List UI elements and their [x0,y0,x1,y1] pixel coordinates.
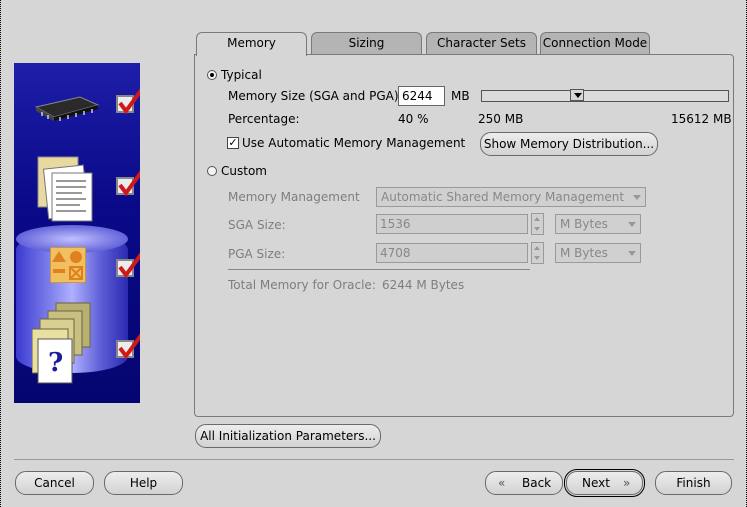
memory-management-value: Automatic Shared Memory Management [381,190,625,204]
checkmark-icon [118,170,140,197]
back-button-label: Back [522,476,552,490]
chevron-down-icon [628,251,636,256]
all-initialization-parameters-button[interactable]: All Initialization Parameters... [195,424,381,448]
back-button[interactable]: « Back [485,471,563,495]
memory-size-input[interactable]: 6244 [398,86,445,106]
pga-size-input[interactable]: 4708 [376,243,528,263]
percentage-value: 40 % [398,112,429,126]
slider-min-label: 250 MB [478,112,524,126]
tab-connection-mode[interactable]: Connection Mode [540,32,650,54]
checkmark-icon [118,88,140,115]
footer-divider [14,459,734,460]
memory-slider-thumb[interactable] [570,89,584,101]
sga-unit-value: M Bytes [560,217,608,231]
custom-divider [228,269,530,270]
tab-character-sets[interactable]: Character Sets [426,32,537,54]
memory-management-label: Memory Management [228,190,360,204]
sga-size-input[interactable]: 1536 [376,214,528,234]
sga-unit-select[interactable]: M Bytes [555,214,641,234]
wizard-illustration: ? [14,63,140,403]
finish-button[interactable]: Finish [655,471,732,495]
shapes-icon [50,247,86,283]
pga-unit-select[interactable]: M Bytes [555,243,641,263]
total-memory-value: 6244 M Bytes [382,278,465,292]
next-button[interactable]: Next » [564,469,645,497]
sga-size-label: SGA Size: [228,218,286,232]
chevron-left-icon: « [498,476,506,490]
checkmark-icon [118,333,140,360]
memory-unit-label: MB [451,89,470,103]
memory-tab-panel [194,54,734,417]
show-memory-distribution-button[interactable]: Show Memory Distribution... [480,132,658,156]
chip-icon [34,96,100,121]
typical-label: Typical [221,68,262,82]
step-checkbox-4 [116,333,140,360]
help-button[interactable]: Help [104,471,183,495]
total-memory-label: Total Memory for Oracle: [228,278,376,292]
custom-radio[interactable] [207,166,217,176]
pga-size-label: PGA Size: [228,247,286,261]
checkmark-icon [118,252,140,279]
step-checkbox-1 [116,88,140,115]
chevron-down-icon [633,195,641,200]
percentage-label: Percentage: [228,112,300,126]
typical-radio[interactable] [207,70,217,80]
sga-size-spinner[interactable] [531,213,544,235]
memory-size-label: Memory Size (SGA and PGA): [228,89,403,103]
tab-memory[interactable]: Memory [196,32,307,56]
pga-size-spinner[interactable] [531,242,544,264]
memory-slider-track[interactable] [481,90,729,102]
next-button-label: Next [582,476,610,490]
slider-max-label: 15612 MB [671,112,732,126]
folders-question-icon: ? [32,302,91,384]
svg-text:?: ? [48,348,63,378]
memory-management-select[interactable]: Automatic Shared Memory Management [376,187,646,207]
custom-label: Custom [221,164,267,178]
documents-icon [37,156,93,222]
chevron-right-icon: » [623,476,631,490]
step-checkbox-2 [116,170,140,197]
tab-sizing[interactable]: Sizing [311,32,422,54]
auto-memory-label: Use Automatic Memory Management [242,136,466,150]
cancel-button[interactable]: Cancel [15,471,94,495]
chevron-down-icon [628,222,636,227]
auto-memory-checkbox[interactable]: ✓ [227,137,239,149]
pga-unit-value: M Bytes [560,246,608,260]
step-checkbox-3 [116,252,140,279]
